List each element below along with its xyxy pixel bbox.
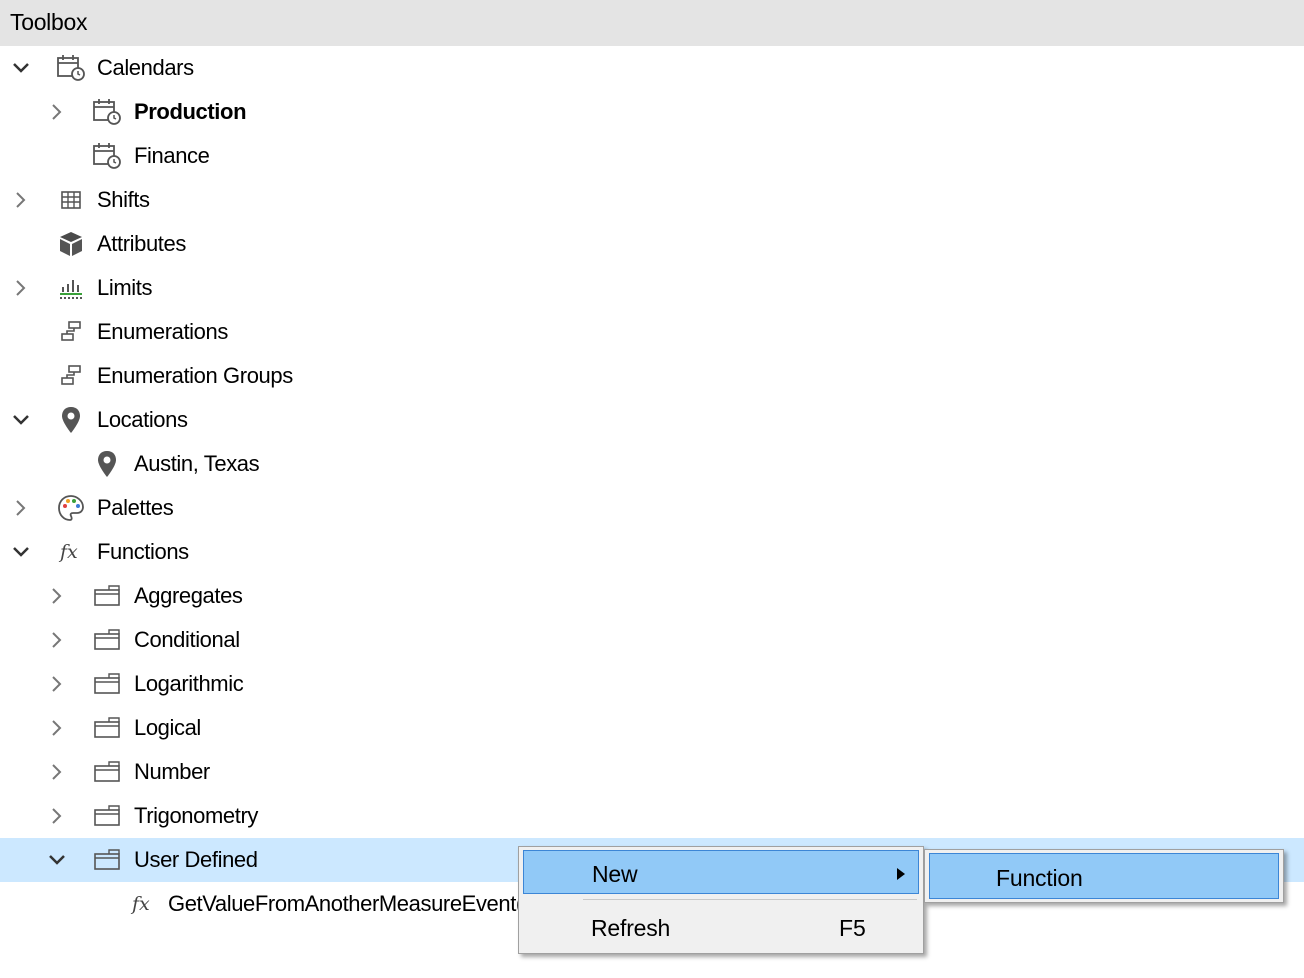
enumeration-icon [56,318,86,346]
chevron-right-icon[interactable] [45,672,69,696]
function-fx-icon: fx [128,890,158,918]
toolbox-title-bar: Toolbox [0,0,1304,46]
cube-icon [56,230,86,258]
toolbox-title: Toolbox [10,9,88,35]
context-menu: New Refresh F5 [518,846,924,954]
calendar-clock-icon [56,54,86,82]
map-pin-icon [92,450,122,478]
chevron-down-icon[interactable] [9,540,33,564]
calendar-clock-icon [92,142,122,170]
tree-label: Enumeration Groups [97,363,293,388]
tree-item-enumerations[interactable]: Enumerations [0,310,1304,354]
calendar-clock-icon [92,98,122,126]
tree-label: Palettes [97,495,174,520]
function-fx-icon: fx [56,538,86,566]
tree-item-enumeration-groups[interactable]: Enumeration Groups [0,354,1304,398]
tree-item-finance[interactable]: Finance [0,134,1304,178]
tree-label: Trigonometry [134,803,258,828]
tree-item-number[interactable]: Number [0,750,1304,794]
enumeration-icon [56,362,86,390]
chevron-down-icon[interactable] [45,848,69,872]
svg-text:fx: fx [130,893,150,915]
tree-label: Limits [97,275,153,300]
tree-label: Conditional [134,627,240,652]
menu-item-refresh[interactable]: Refresh F5 [523,905,919,949]
tree-label: Austin, Texas [134,451,260,476]
chevron-right-icon[interactable] [45,584,69,608]
tree-label: Aggregates [134,583,243,608]
folder-icon [92,626,122,654]
tree-item-palettes[interactable]: Palettes [0,486,1304,530]
menu-item-label: Function [996,865,1083,891]
submenu-arrow-icon [896,867,906,886]
tree-item-trigonometry[interactable]: Trigonometry [0,794,1304,838]
map-pin-icon [56,406,86,434]
tree-item-conditional[interactable]: Conditional [0,618,1304,662]
folder-icon [92,670,122,698]
folder-icon [92,846,122,874]
chevron-right-icon[interactable] [9,496,33,520]
chevron-right-icon[interactable] [45,628,69,652]
limits-chart-icon [56,274,86,302]
tree-label: Finance [134,143,210,168]
tree-item-attributes[interactable]: Attributes [0,222,1304,266]
tree-label: Enumerations [97,319,228,344]
tree-label: Attributes [97,231,186,256]
menu-item-function[interactable]: Function [929,853,1279,899]
tree-item-calendars[interactable]: Calendars [0,46,1304,90]
menu-item-label: Refresh [591,915,671,941]
tree-label: Logical [134,715,201,740]
svg-text:fx: fx [58,541,78,563]
folder-icon [92,802,122,830]
chevron-down-icon[interactable] [9,408,33,432]
palette-icon [56,494,86,522]
menu-separator [583,899,917,900]
menu-item-label: New [592,861,638,887]
tree-item-shifts[interactable]: Shifts [0,178,1304,222]
chevron-right-icon[interactable] [45,100,69,124]
folder-icon [92,758,122,786]
tree-label: Calendars [97,55,194,80]
tree-item-production[interactable]: Production [0,90,1304,134]
tree-label: User Defined [134,847,258,872]
chevron-down-icon[interactable] [9,56,33,80]
chevron-right-icon[interactable] [45,716,69,740]
chevron-right-icon[interactable] [9,276,33,300]
tree-label: Functions [97,539,189,564]
chevron-right-icon[interactable] [45,760,69,784]
folder-icon [92,714,122,742]
tree-item-austin-texas[interactable]: Austin, Texas [0,442,1304,486]
tree-label: Shifts [97,187,150,212]
folder-icon [92,582,122,610]
tree-item-aggregates[interactable]: Aggregates [0,574,1304,618]
chevron-right-icon[interactable] [9,188,33,212]
grid-table-icon [56,186,86,214]
tree-item-locations[interactable]: Locations [0,398,1304,442]
tree-label: Production [134,99,247,124]
tree-item-limits[interactable]: Limits [0,266,1304,310]
tree-item-logical[interactable]: Logical [0,706,1304,750]
tree-label: Logarithmic [134,671,244,696]
tree-label: Locations [97,407,188,432]
chevron-right-icon[interactable] [45,804,69,828]
tree-label: Number [134,759,210,784]
menu-item-shortcut: F5 [839,915,866,941]
tree-item-functions[interactable]: fx Functions [0,530,1304,574]
context-submenu: Function [924,849,1284,903]
menu-item-new[interactable]: New [523,850,919,894]
tree-label: GetValueFromAnotherMeasureEvent( [168,891,518,916]
tree-item-logarithmic[interactable]: Logarithmic [0,662,1304,706]
